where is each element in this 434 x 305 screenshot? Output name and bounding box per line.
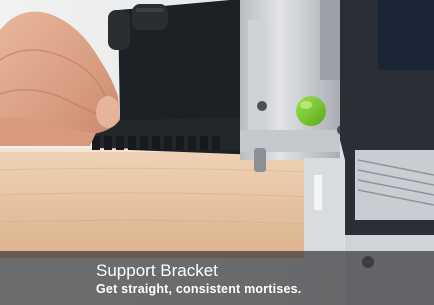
caption-title: Support Bracket <box>96 261 218 280</box>
product-feature-slide: Support Bracket Get straight, consistent… <box>0 0 434 305</box>
caption-subtitle: Get straight, consistent mortises. <box>96 282 302 296</box>
